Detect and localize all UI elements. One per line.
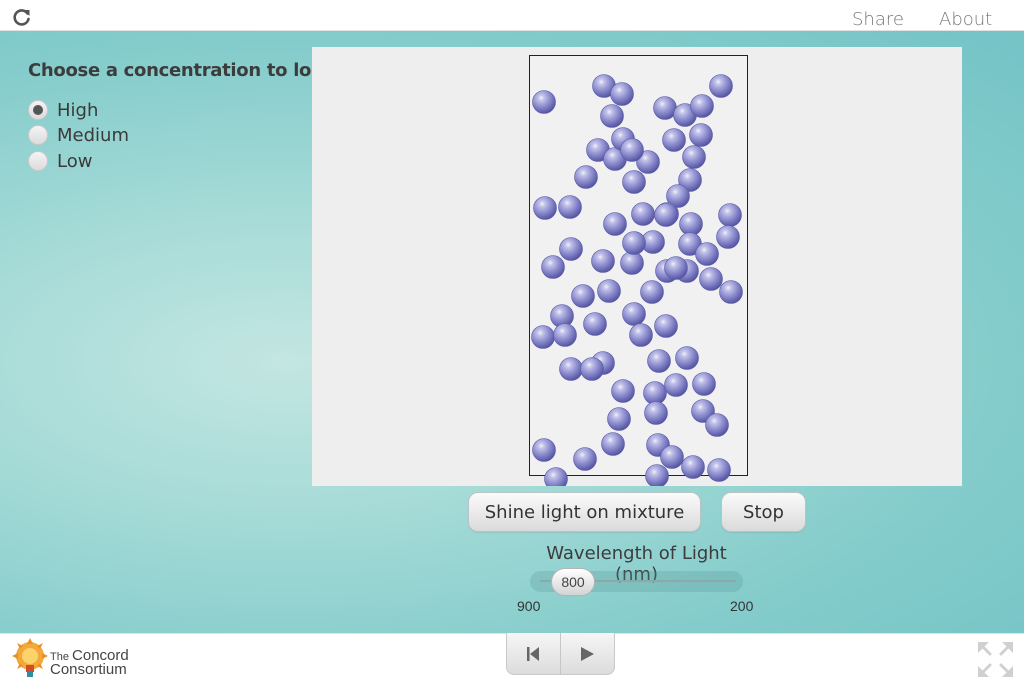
molecule-59 [607,407,631,431]
molecule-53 [611,379,635,403]
play-button[interactable] [561,633,615,674]
concentration-title: Choose a concentration to load [28,60,336,81]
molecule-45 [583,312,607,336]
radio-medium-circle[interactable] [28,125,48,145]
molecule-22 [631,202,655,226]
molecule-60 [644,401,668,425]
molecule-61 [532,438,556,462]
slider-min-label: 900 [517,598,541,614]
radio-low[interactable]: Low [28,149,92,173]
molecule-54 [643,381,667,405]
molecule-37 [719,280,743,304]
molecule-6 [690,94,714,118]
molecule-58 [705,413,729,437]
molecule-39 [597,279,621,303]
logo-line-2: Consortium [50,661,127,678]
molecule-40 [622,231,646,255]
molecule-26 [716,225,740,249]
molecule-13 [689,123,713,147]
molecule-24 [679,212,703,236]
reset-button[interactable] [507,633,561,674]
molecule-47 [629,323,653,347]
molecule-30 [620,251,644,275]
radio-high[interactable]: High [28,98,98,122]
molecule-46 [622,302,646,326]
main-area: Choose a concentration to load High Medi… [0,31,1024,633]
shine-light-button[interactable]: Shine light on mixture [468,492,701,532]
reload-icon[interactable] [12,7,32,27]
molecule-55 [664,373,688,397]
molecule-67 [707,458,731,482]
playback-controls [506,633,615,675]
molecule-69 [645,464,669,486]
simulation-canvas [529,55,748,486]
molecule-66 [681,455,705,479]
molecule-38 [571,284,595,308]
molecule-14 [682,145,706,169]
molecule-51 [647,349,671,373]
play-icon [581,646,595,661]
share-link[interactable]: Share [852,9,904,30]
reset-icon [527,646,540,661]
molecule-21 [603,212,627,236]
molecule-73 [580,357,604,381]
molecule-20 [558,195,582,219]
molecule-19 [533,196,557,220]
radio-low-label: Low [57,150,93,172]
simulation-panel [312,47,962,486]
molecule-4 [653,96,677,120]
molecule-0 [532,90,556,114]
concord-logo[interactable]: The Concord Consortium [12,638,152,680]
molecule-16 [622,170,646,194]
molecule-48 [654,314,678,338]
radio-low-circle[interactable] [28,151,48,171]
molecule-28 [541,255,565,279]
stop-button[interactable]: Stop [721,492,806,532]
lightbulb-logo-icon [12,638,48,677]
molecule-7 [709,74,733,98]
molecule-71 [654,203,678,227]
radio-medium[interactable]: Medium [28,123,129,147]
fullscreen-icon[interactable] [977,641,1014,678]
slider-max-label: 200 [730,598,754,614]
radio-high-circle[interactable] [28,100,48,120]
radio-high-label: High [57,99,99,121]
molecule-70 [620,138,644,162]
molecule-27 [559,237,583,261]
molecule-65 [660,445,684,469]
molecule-44 [553,323,577,347]
about-link[interactable]: About [939,9,992,30]
molecule-62 [573,447,597,471]
molecule-15 [574,165,598,189]
bottom-bar: The Concord Consortium [0,633,1024,684]
molecule-25 [718,203,742,227]
molecule-3 [600,104,624,128]
molecule-12 [662,128,686,152]
top-bar: Share About [0,0,1024,31]
molecule-35 [695,242,719,266]
molecule-2 [610,82,634,106]
molecule-29 [591,249,615,273]
molecule-41 [640,280,664,304]
radio-medium-label: Medium [57,124,129,146]
molecule-52 [675,346,699,370]
wavelength-slider-handle[interactable]: 800 [551,568,595,596]
molecule-72 [664,256,688,280]
molecule-56 [692,372,716,396]
molecule-63 [601,432,625,456]
molecule-50 [559,357,583,381]
molecule-36 [699,267,723,291]
molecule-43 [531,325,555,349]
